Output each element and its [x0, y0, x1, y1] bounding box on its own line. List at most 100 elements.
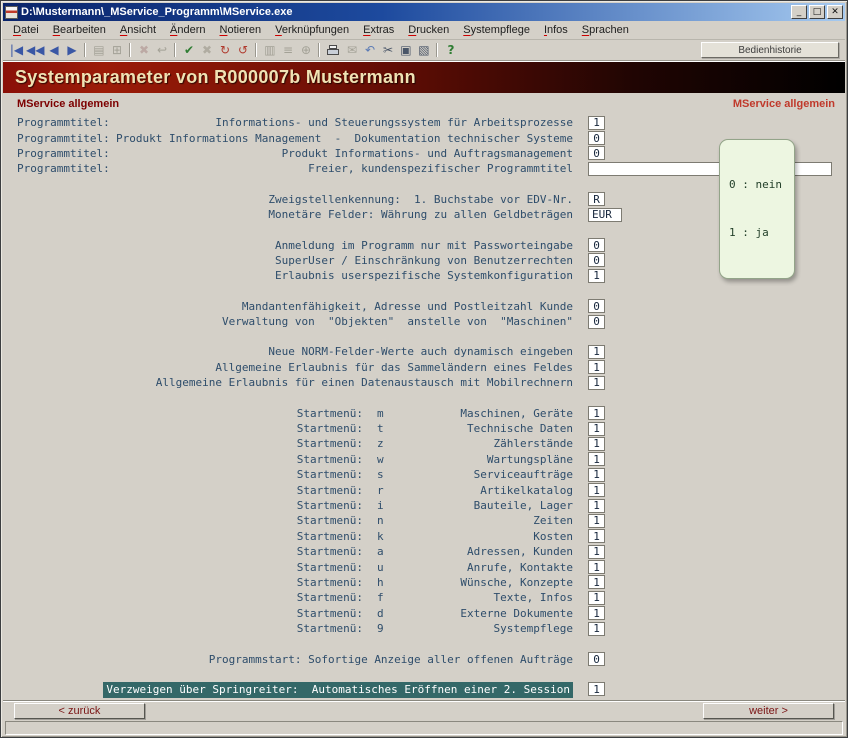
bedienhistorie-button[interactable]: Bedienhistorie [701, 42, 839, 58]
value-field[interactable]: 0 [588, 253, 605, 267]
form-row: Zweigstellenkennung: 1. Buchstabe vor ED… [17, 192, 835, 207]
value-field[interactable]: 1 [588, 560, 605, 574]
value-field[interactable]: 1 [588, 545, 605, 559]
value-field[interactable]: 0 [588, 146, 605, 160]
menu-item-systempflege[interactable]: Systempflege [456, 22, 537, 38]
menu-item-extras[interactable]: Extras [356, 22, 401, 38]
menu-item-infos[interactable]: Infos [537, 22, 575, 38]
value-field[interactable]: 1 [588, 682, 605, 696]
menu-item-ansicht[interactable]: Ansicht [113, 22, 163, 38]
row-label-area: Mandantenfähigkeit, Adresse und Postleit… [17, 300, 573, 313]
form-group: Startmenü:mMaschinen, Geräte1Startmenü:t… [17, 405, 835, 636]
paste-icon[interactable]: ▧ [415, 42, 432, 59]
value-field[interactable]: 0 [588, 131, 605, 145]
mail-icon[interactable]: ✉ [343, 42, 360, 59]
value-field[interactable]: 1 [588, 345, 605, 359]
startmenu-prefix: Startmenü: [297, 407, 363, 420]
value-field[interactable]: R [588, 192, 605, 206]
value-field[interactable]: 1 [588, 422, 605, 436]
form-row: Startmenü:mMaschinen, Geräte1 [17, 405, 835, 420]
nav-forward-icon[interactable]: ▶ [63, 42, 80, 59]
duplicate-icon[interactable]: ▥ [261, 42, 278, 59]
nav-first-icon[interactable]: |◀ [8, 42, 25, 59]
menu-item-ändern[interactable]: Ändern [163, 22, 212, 38]
nav-back-icon[interactable]: ◀ [45, 42, 62, 59]
toolbar-separator [84, 43, 86, 57]
form-row: Startmenü:wWartungspläne1 [17, 452, 835, 467]
menu-item-bearbeiten[interactable]: Bearbeiten [46, 22, 113, 38]
value-field[interactable]: 1 [588, 269, 605, 283]
startmenu-row-label: Startmenü:9Systempflege [17, 622, 573, 635]
value-field[interactable]: 1 [588, 622, 605, 636]
value-field[interactable]: 1 [588, 116, 605, 130]
print-icon[interactable] [324, 42, 342, 59]
startmenu-prefix: Startmenü: [297, 453, 363, 466]
startmenu-row-label: Startmenü:uAnrufe, Kontakte [17, 561, 573, 574]
title-bar: D:\Mustermann\_MService_Programm\MServic… [3, 3, 845, 21]
value-field[interactable]: EUR [588, 208, 622, 222]
add-icon[interactable]: ⊕ [297, 42, 314, 59]
copy-icon[interactable]: ▣ [397, 42, 414, 59]
value-field[interactable]: 1 [588, 575, 605, 589]
value-field[interactable]: 1 [588, 406, 605, 420]
startmenu-key: w [377, 453, 397, 466]
row-label: Informations- und Steuerungssystem für A… [215, 116, 573, 129]
startmenu-row-label: Startmenü:zZählerstände [17, 437, 573, 450]
value-field[interactable]: 0 [588, 238, 605, 252]
close-button[interactable]: ✕ [827, 5, 843, 19]
value-field[interactable]: 1 [588, 591, 605, 605]
value-field[interactable]: 0 [588, 315, 605, 329]
row-label-area: Allgemeine Erlaubnis für einen Datenaust… [17, 376, 573, 389]
nav-fast-back-icon[interactable]: ◀◀ [26, 42, 44, 59]
value-field[interactable]: 1 [588, 499, 605, 513]
new-record-icon[interactable]: ▤ [90, 42, 107, 59]
undo-icon[interactable]: ↶ [361, 42, 378, 59]
form-row: Startmenü:hWünsche, Konzepte1 [17, 575, 835, 590]
toolbar-separator [174, 43, 176, 57]
startmenu-key: r [377, 484, 397, 497]
menu-item-datei[interactable]: Datei [6, 22, 46, 38]
form-row: Allgemeine Erlaubnis für das Sammeländer… [17, 360, 835, 375]
startmenu-description: Texte, Infos [397, 591, 573, 604]
next-button[interactable]: weiter > [703, 703, 834, 719]
value-field[interactable]: 1 [588, 483, 605, 497]
help-icon[interactable]: ? [442, 42, 459, 59]
revert-icon[interactable]: ↩ [153, 42, 170, 59]
maximize-button[interactable]: □ [809, 5, 825, 19]
value-field[interactable]: 1 [588, 606, 605, 620]
toolbar-separator [255, 43, 257, 57]
value-field[interactable]: 0 [588, 299, 605, 313]
value-field[interactable] [588, 162, 832, 176]
list-icon[interactable]: ≡ [279, 42, 296, 59]
value-field[interactable]: 1 [588, 360, 605, 374]
form-row: Verzweigen über Springreiter: Automatisc… [17, 682, 835, 697]
value-field[interactable]: 1 [588, 514, 605, 528]
startmenu-row-label: Startmenü:rArtikelkatalog [17, 484, 573, 497]
menu-item-notieren[interactable]: Notieren [213, 22, 269, 38]
cancel-icon[interactable]: ✖ [198, 42, 215, 59]
value-field[interactable]: 1 [588, 437, 605, 451]
cut-icon[interactable]: ✂ [379, 42, 396, 59]
row-prefix-label: Programmtitel: [17, 116, 110, 129]
undo-red-icon[interactable]: ↺ [234, 42, 251, 59]
menu-item-sprachen[interactable]: Sprachen [575, 22, 636, 38]
startmenu-key: t [377, 422, 397, 435]
value-field[interactable]: 1 [588, 376, 605, 390]
value-field[interactable]: 1 [588, 452, 605, 466]
row-prefix-label: Programmtitel: [17, 162, 110, 175]
redo-icon[interactable]: ↻ [216, 42, 233, 59]
form-row: Startmenü:sServiceaufträge1 [17, 467, 835, 482]
delete-icon[interactable]: ✖ [135, 42, 152, 59]
value-field[interactable]: 0 [588, 652, 605, 666]
menu-item-drucken[interactable]: Drucken [401, 22, 456, 38]
value-field[interactable]: 1 [588, 529, 605, 543]
minimize-button[interactable]: _ [791, 5, 807, 19]
form-group: Neue NORM-Felder-Werte auch dynamisch ei… [17, 344, 835, 390]
value-field[interactable]: 1 [588, 468, 605, 482]
tree-view-icon[interactable]: ⊞ [108, 42, 125, 59]
menu-item-verknüpfungen[interactable]: Verknüpfungen [268, 22, 356, 38]
row-prefix-label: Programmtitel: [17, 132, 110, 145]
back-button[interactable]: < zurück [14, 703, 145, 719]
row-prefix-label: Programmtitel: [17, 147, 110, 160]
confirm-icon[interactable]: ✔ [180, 42, 197, 59]
